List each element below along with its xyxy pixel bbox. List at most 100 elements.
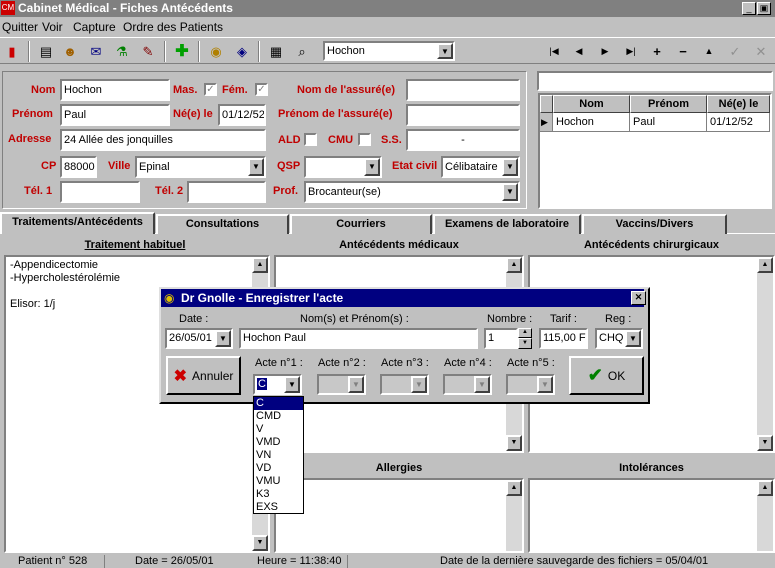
dialog-nom-field[interactable]: Hochon Paul [239, 328, 478, 349]
next-record-icon[interactable]: ▶ [595, 42, 615, 61]
acte-option[interactable]: VMU [254, 475, 303, 488]
scroll-up-icon[interactable]: ▲ [506, 480, 522, 496]
grid-header-naissance[interactable]: Né(e) le [707, 95, 770, 113]
calculator-icon[interactable]: ▦ [266, 42, 286, 61]
minimize-button[interactable]: _ [742, 2, 756, 15]
scroll-up-icon[interactable]: ▲ [757, 257, 773, 273]
grid-cell-prenom[interactable]: Paul [630, 113, 707, 132]
vertical-scrollbar[interactable]: ▲ [757, 480, 773, 551]
grid-header-prenom[interactable]: Prénom [630, 95, 707, 113]
grid-cell-nom[interactable]: Hochon [553, 113, 630, 132]
prev-record-icon[interactable]: ◀ [569, 42, 589, 61]
spin-down-icon[interactable]: ▼ [518, 338, 532, 349]
ok-button[interactable]: ✔ OK [569, 356, 644, 395]
post-record-icon[interactable]: ✓ [725, 42, 745, 61]
chevron-down-icon[interactable]: ▼ [411, 376, 427, 393]
first-record-icon[interactable]: |◀ [544, 42, 564, 61]
chevron-down-icon[interactable]: ▼ [437, 43, 453, 59]
last-record-icon[interactable]: ▶| [621, 42, 641, 61]
grid-cell-naissance[interactable]: 01/12/52 [707, 113, 770, 132]
exit-door-icon[interactable]: ▮ [2, 42, 22, 61]
dialog-nombre-field[interactable]: 1 [484, 328, 518, 349]
dialog-date-select[interactable]: 26/05/01 ▼ [165, 328, 233, 349]
prenom-field[interactable]: Paul [60, 104, 170, 126]
qsp-select[interactable]: ▼ [304, 156, 382, 178]
chevron-down-icon[interactable]: ▼ [502, 183, 518, 201]
tab-examens[interactable]: Examens de laboratoire [433, 214, 581, 234]
acte-option[interactable]: V [254, 423, 303, 436]
acte-option[interactable]: CMD [254, 410, 303, 423]
scroll-down-icon[interactable]: ▼ [252, 535, 268, 551]
dialog-reg-select[interactable]: CHQ ▼ [595, 328, 643, 349]
add-record-icon[interactable]: + [647, 42, 667, 61]
scroll-up-icon[interactable]: ▲ [506, 257, 522, 273]
chevron-down-icon[interactable]: ▼ [625, 330, 641, 347]
acte5-select[interactable]: ▼ [506, 374, 555, 395]
coin-icon[interactable]: ◉ [206, 42, 226, 61]
vertical-scrollbar[interactable]: ▲ [506, 480, 522, 551]
acte-option[interactable]: K3 [254, 488, 303, 501]
scroll-down-icon[interactable]: ▼ [506, 435, 522, 451]
vertical-scrollbar[interactable]: ▲ ▼ [757, 257, 773, 451]
scroll-up-icon[interactable]: ▲ [757, 480, 773, 496]
search-icon[interactable]: ⌕ [292, 42, 312, 61]
acte-option[interactable]: VD [254, 462, 303, 475]
medical-cross-icon[interactable]: ✚ [172, 42, 192, 61]
chevron-down-icon[interactable]: ▼ [284, 376, 300, 393]
mail-icon[interactable]: ✉ [86, 42, 106, 61]
mas-checkbox[interactable]: ✓ [204, 83, 217, 96]
tab-consultations[interactable]: Consultations [156, 214, 289, 234]
ald-checkbox[interactable] [304, 133, 317, 146]
tab-traitements[interactable]: Traitements/Antécédents [0, 212, 155, 234]
patients-icon[interactable]: ☻ [60, 42, 80, 61]
ville-select[interactable]: Epinal ▼ [135, 156, 266, 178]
scroll-down-icon[interactable]: ▼ [757, 435, 773, 451]
acte3-select[interactable]: ▼ [380, 374, 429, 395]
etat-civil-select[interactable]: Célibataire ▼ [441, 156, 520, 178]
acte1-select[interactable]: C ▼ [253, 374, 302, 395]
syringe-icon[interactable]: ✎ [138, 42, 158, 61]
acte4-select[interactable]: ▼ [443, 374, 492, 395]
acte-option[interactable]: EXS [254, 501, 303, 514]
chevron-down-icon[interactable]: ▼ [474, 376, 490, 393]
menu-quitter[interactable]: Quitter [2, 20, 38, 34]
book-icon[interactable]: ◈ [232, 42, 252, 61]
profession-select[interactable]: Brocanteur(se) ▼ [304, 181, 520, 203]
chevron-down-icon[interactable]: ▼ [502, 158, 518, 176]
birthdate-field[interactable]: 01/12/52 [218, 104, 266, 126]
acte-option[interactable]: VN [254, 449, 303, 462]
fem-checkbox[interactable]: ✓ [255, 83, 268, 96]
menu-capture[interactable]: Capture [73, 20, 116, 34]
cmu-checkbox[interactable] [358, 133, 371, 146]
chevron-down-icon[interactable]: ▼ [215, 330, 231, 347]
close-icon[interactable]: ✕ [631, 291, 646, 305]
medication-icon[interactable]: ⚗ [112, 42, 132, 61]
menu-ordre-patients[interactable]: Ordre des Patients [123, 20, 223, 34]
restore-button[interactable]: ▣ [757, 2, 771, 15]
app-icon[interactable]: CM [1, 1, 15, 15]
tel2-field[interactable] [187, 181, 266, 203]
tab-courriers[interactable]: Courriers [290, 214, 432, 234]
dialog-tarif-field[interactable]: 115,00 F [539, 328, 588, 349]
cp-field[interactable]: 88000 [60, 156, 97, 178]
printer-icon[interactable]: ▤ [36, 42, 56, 61]
acte2-select[interactable]: ▼ [317, 374, 366, 395]
chevron-down-icon[interactable]: ▼ [248, 158, 264, 176]
quick-search-input[interactable] [537, 71, 773, 91]
acte-option[interactable]: C [254, 397, 303, 410]
adresse-field[interactable]: 24 Allée des jonquilles [60, 129, 266, 151]
scroll-up-icon[interactable]: ▲ [252, 257, 268, 273]
patient-select[interactable]: Hochon ▼ [323, 41, 455, 61]
chevron-down-icon[interactable]: ▼ [348, 376, 364, 393]
tel1-field[interactable] [60, 181, 140, 203]
intolerances-memo[interactable]: ▲ [528, 478, 775, 553]
ss-field[interactable]: - [406, 129, 520, 151]
edit-record-icon[interactable]: ▲ [699, 42, 719, 61]
menu-voir[interactable]: Voir [42, 20, 63, 34]
acte-option[interactable]: VMD [254, 436, 303, 449]
cancel-record-icon[interactable]: ✕ [751, 42, 771, 61]
grid-header-nom[interactable]: Nom [553, 95, 630, 113]
allergies-memo[interactable]: ▲ [274, 478, 524, 553]
spin-up-icon[interactable]: ▲ [518, 328, 532, 338]
tab-vaccins[interactable]: Vaccins/Divers [582, 214, 727, 234]
